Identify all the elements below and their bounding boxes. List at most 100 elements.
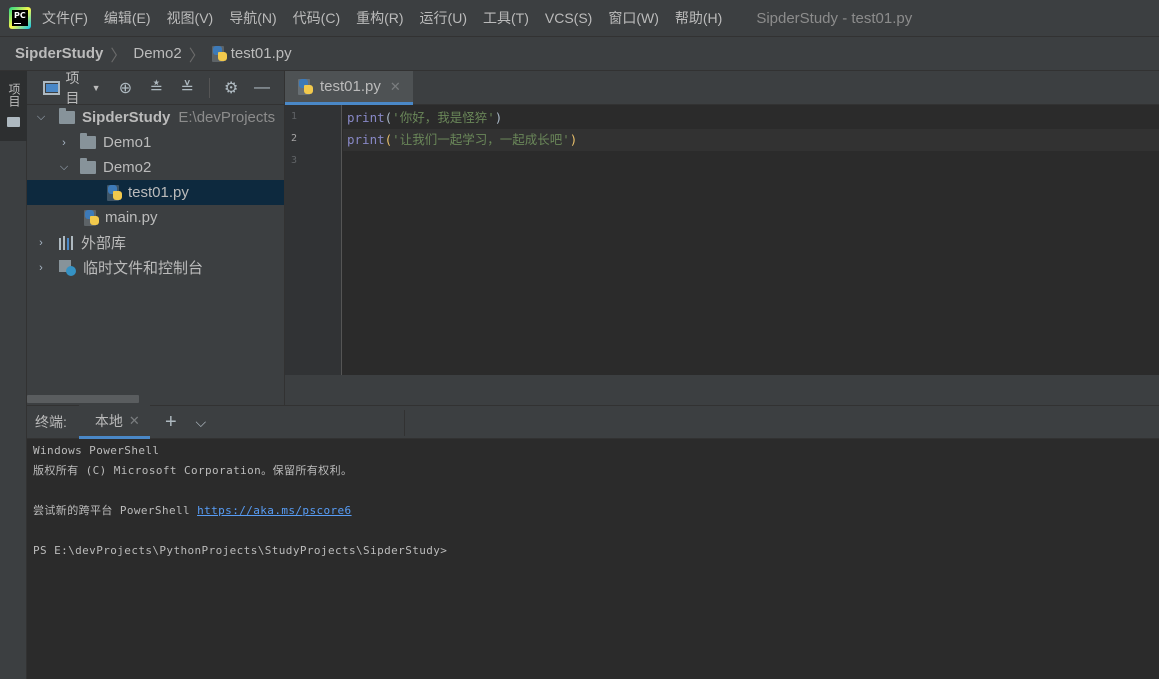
breadcrumb: SipderStudy 〉 Demo2 〉 test01.py bbox=[0, 36, 1159, 71]
terminal-prompt[interactable]: PS E:\devProjects\PythonProjects\StudyPr… bbox=[33, 541, 1159, 561]
project-tool-tab[interactable]: 项目 bbox=[0, 71, 27, 141]
project-panel-toolbar: 项目 ▼ ⊕ ≛ ≚ ⚙ — bbox=[27, 68, 284, 108]
left-tool-stripe: 项目 bbox=[0, 71, 27, 679]
project-panel-title[interactable]: 项目 bbox=[66, 68, 91, 108]
toolbar-divider bbox=[209, 77, 211, 98]
breadcrumb-project[interactable]: SipderStudy bbox=[15, 45, 103, 62]
library-icon bbox=[59, 235, 75, 250]
breadcrumb-separator-icon: 〉 bbox=[110, 47, 127, 65]
code-paren: ) bbox=[569, 132, 578, 147]
line-number: 1 bbox=[291, 111, 298, 122]
tree-item-root[interactable]: ⌵ SipderStudy E:\devProjects bbox=[27, 105, 284, 130]
chevron-right-icon[interactable]: › bbox=[58, 137, 70, 149]
menu-edit[interactable]: 编辑(E) bbox=[104, 8, 151, 28]
tab-terminal-local[interactable]: 本地 ✕ bbox=[78, 405, 150, 439]
code-string: '你好，我是怪猝' bbox=[392, 110, 495, 125]
project-tool-label: 项目 bbox=[7, 83, 21, 107]
tree-root-path: E:\devProjects bbox=[178, 109, 276, 126]
breadcrumb-folder[interactable]: Demo2 bbox=[133, 45, 181, 62]
tree-item-external-libraries[interactable]: › 外部库 bbox=[27, 230, 284, 255]
toolbar-divider bbox=[404, 410, 405, 436]
folder-icon bbox=[7, 117, 20, 127]
chevron-right-icon[interactable]: › bbox=[35, 237, 47, 249]
expand-all-icon[interactable]: ≛ bbox=[147, 78, 165, 98]
terminal-line: Windows PowerShell bbox=[33, 444, 160, 457]
menu-vcs[interactable]: VCS(S) bbox=[545, 10, 592, 26]
python-file-icon bbox=[211, 45, 228, 62]
collapse-all-icon[interactable]: ≚ bbox=[178, 78, 196, 98]
line-number: 3 bbox=[291, 155, 298, 166]
chevron-down-icon[interactable]: ⌵ bbox=[58, 161, 70, 174]
menu-help[interactable]: 帮助(H) bbox=[675, 8, 722, 28]
python-file-icon bbox=[84, 209, 100, 226]
chevron-right-icon[interactable]: › bbox=[35, 262, 47, 274]
tree-item-main[interactable]: main.py bbox=[27, 205, 284, 230]
horizontal-scrollbar[interactable] bbox=[27, 395, 139, 403]
tree-label-external-libraries: 外部库 bbox=[81, 235, 127, 252]
close-icon[interactable]: ✕ bbox=[390, 79, 401, 95]
breadcrumb-file[interactable]: test01.py bbox=[231, 45, 292, 62]
menu-navigate[interactable]: 导航(N) bbox=[229, 8, 276, 28]
menu-run[interactable]: 运行(U) bbox=[420, 8, 467, 28]
code-string: '让我们一起学习，一起成长吧' bbox=[392, 132, 570, 147]
line-number: 2 bbox=[291, 133, 298, 144]
tab-label: test01.py bbox=[320, 78, 381, 95]
project-panel: 项目 ▼ ⊕ ≛ ≚ ⚙ — ⌵ SipderStudy E:\devProje… bbox=[27, 68, 285, 405]
menu-tools[interactable]: 工具(T) bbox=[483, 8, 529, 28]
tree-label-test01: test01.py bbox=[128, 184, 189, 201]
tree-item-demo1[interactable]: › Demo1 bbox=[27, 130, 284, 155]
chevron-down-icon[interactable]: ⌵ bbox=[190, 414, 212, 431]
code-line-1: print('你好，我是怪猝') bbox=[347, 107, 502, 129]
folder-icon bbox=[80, 133, 96, 149]
breadcrumb-separator-icon: 〉 bbox=[188, 47, 205, 65]
code-line-2: print('让我们一起学习，一起成长吧') bbox=[343, 129, 1159, 151]
tree-label-main: main.py bbox=[105, 209, 158, 226]
code-editor[interactable]: 1 2 3 print('你好，我是怪猝') print('让我们一起学习，一起… bbox=[285, 105, 1159, 375]
pscore6-link[interactable]: https://aka.ms/pscore6 bbox=[197, 504, 352, 517]
logo-text: PC bbox=[14, 11, 26, 20]
code-function: print bbox=[347, 110, 385, 125]
pycharm-logo-icon: PC bbox=[9, 7, 31, 29]
scratches-icon bbox=[59, 259, 77, 276]
tree-item-scratches[interactable]: › 临时文件和控制台 bbox=[27, 255, 284, 280]
chevron-down-icon[interactable]: ▼ bbox=[92, 83, 101, 93]
terminal-tab-label: 本地 bbox=[94, 412, 123, 429]
menu-refactor[interactable]: 重构(R) bbox=[356, 8, 403, 28]
menu-code[interactable]: 代码(C) bbox=[293, 8, 340, 28]
terminal-line: 版权所有 (C) Microsoft Corporation。保留所有权利。 bbox=[33, 464, 353, 477]
editor-tab-bar: test01.py ✕ bbox=[285, 71, 1159, 105]
python-file-icon bbox=[298, 78, 314, 95]
tree-label-demo1: Demo1 bbox=[103, 134, 152, 151]
menu-window[interactable]: 窗口(W) bbox=[608, 8, 659, 28]
project-tree: ⌵ SipderStudy E:\devProjects › Demo1 ⌵ D… bbox=[27, 105, 284, 280]
terminal-header: 终端: 本地 ✕ + ⌵ bbox=[27, 405, 1159, 439]
add-icon[interactable]: + bbox=[160, 411, 182, 434]
code-paren: ) bbox=[494, 110, 503, 125]
terminal-output[interactable]: Windows PowerShell 版权所有 (C) Microsoft Co… bbox=[27, 439, 1159, 679]
tree-label-scratches: 临时文件和控制台 bbox=[83, 260, 204, 277]
tree-label-root: SipderStudy bbox=[82, 109, 171, 126]
locate-icon[interactable]: ⊕ bbox=[117, 78, 135, 98]
tab-test01[interactable]: test01.py ✕ bbox=[285, 71, 413, 105]
tree-label-demo2: Demo2 bbox=[103, 159, 152, 176]
editor-footer bbox=[285, 375, 1159, 405]
folder-icon bbox=[59, 108, 75, 124]
terminal-line: 尝试新的跨平台 PowerShell https://aka.ms/pscore… bbox=[33, 501, 1159, 521]
close-icon[interactable]: ✕ bbox=[129, 413, 140, 429]
terminal-title: 终端: bbox=[35, 414, 67, 430]
line-number-gutter: 1 2 3 bbox=[285, 105, 342, 375]
menu-file[interactable]: 文件(F) bbox=[42, 8, 88, 28]
code-function: print bbox=[347, 132, 385, 147]
chevron-down-icon[interactable]: ⌵ bbox=[35, 111, 47, 124]
python-file-icon bbox=[107, 184, 123, 201]
tree-item-demo2[interactable]: ⌵ Demo2 bbox=[27, 155, 284, 180]
folder-icon bbox=[80, 158, 96, 174]
minimize-icon[interactable]: — bbox=[253, 78, 271, 98]
terminal-text: 尝试新的跨平台 PowerShell bbox=[33, 504, 198, 517]
window-title: SipderStudy - test01.py bbox=[756, 9, 913, 27]
gear-icon[interactable]: ⚙ bbox=[222, 78, 240, 98]
tree-item-test01[interactable]: test01.py bbox=[27, 180, 284, 205]
menu-view[interactable]: 视图(V) bbox=[167, 8, 214, 28]
